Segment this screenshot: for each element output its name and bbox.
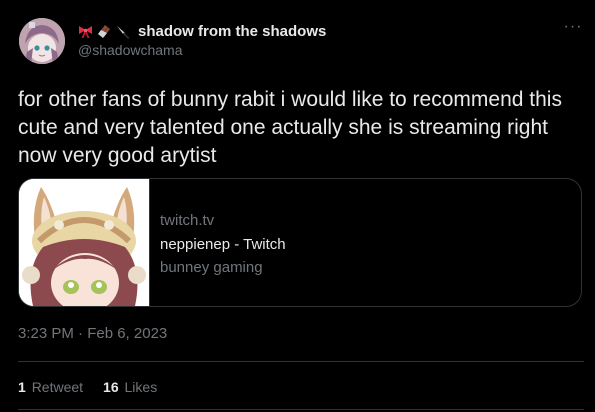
link-card[interactable]: twitch.tv neppienep - Twitch bunney gami… — [18, 178, 582, 307]
avatar[interactable] — [19, 18, 65, 64]
retweets-stat[interactable]: 1 Retweet — [18, 379, 83, 395]
card-description[interactable]: bunney gaming — [160, 259, 263, 276]
timestamp[interactable]: 3:23 PM · Feb 6, 2023 — [18, 325, 167, 342]
card-title[interactable]: neppienep - Twitch — [160, 236, 286, 253]
retweets-count: 1 — [18, 379, 26, 395]
engagement-stats: 1 Retweet 16 Likes — [18, 379, 157, 395]
divider — [18, 361, 584, 362]
more-options-icon[interactable]: ··· — [562, 19, 584, 36]
divider — [18, 409, 584, 410]
chocolate-bar-icon — [97, 24, 112, 39]
likes-stat[interactable]: 16 Likes — [103, 379, 157, 395]
tweet: shadow from the shadows @shadowchama ···… — [0, 0, 595, 412]
retweets-label: Retweet — [31, 379, 84, 395]
knife-icon — [116, 24, 131, 39]
handle[interactable]: @shadowchama — [78, 42, 183, 58]
card-thumbnail[interactable] — [19, 179, 150, 306]
ribbon-icon — [78, 24, 93, 39]
likes-count: 16 — [103, 379, 119, 395]
author-name-row[interactable]: shadow from the shadows — [78, 21, 326, 41]
card-domain[interactable]: twitch.tv — [160, 212, 214, 229]
display-name[interactable]: shadow from the shadows — [138, 23, 326, 40]
tweet-text: for other fans of bunny rabit i would li… — [18, 88, 562, 167]
likes-label: Likes — [124, 379, 158, 395]
